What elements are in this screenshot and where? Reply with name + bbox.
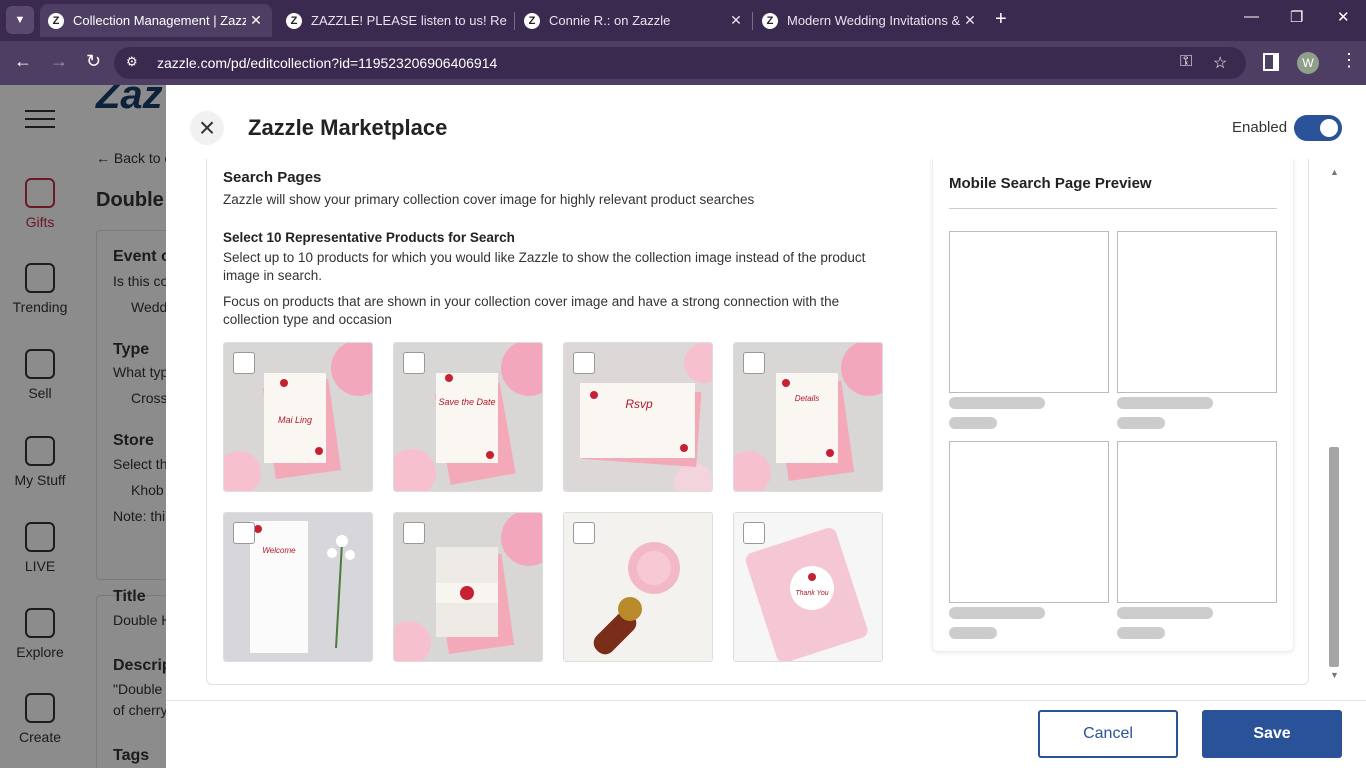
page-content: Zaz Gifts Trending Sell My Stuff LIVE Ex… <box>0 85 1366 768</box>
profile-avatar[interactable]: W <box>1297 52 1319 74</box>
preview-placeholder <box>1117 231 1277 393</box>
product-checkbox[interactable] <box>743 352 765 374</box>
tab-title: Collection Management | Zazzle <box>73 13 246 28</box>
svg-text:Details: Details <box>795 394 819 403</box>
preview-placeholder <box>949 231 1109 393</box>
scroll-down-arrow-icon[interactable]: ▼ <box>1330 670 1339 680</box>
tab-title: Modern Wedding Invitations & <box>787 13 960 28</box>
search-pages-title: Search Pages <box>223 169 322 186</box>
new-tab-button[interactable]: + <box>995 8 1007 31</box>
preview-divider <box>949 208 1277 209</box>
browser-menu-icon[interactable]: ⋮ <box>1340 50 1358 71</box>
skeleton-line <box>949 417 997 429</box>
tab-close-icon[interactable]: ✕ <box>726 12 746 29</box>
select-products-title: Select 10 Representative Products for Se… <box>223 230 515 245</box>
tab-search-menu-button[interactable]: ▼ <box>6 6 34 34</box>
svg-text:Save the Date: Save the Date <box>438 397 495 407</box>
browser-tab-bar: ▼ Z Collection Management | Zazzle ✕ Z Z… <box>0 0 1366 41</box>
tab-close-icon[interactable]: ✕ <box>960 12 980 29</box>
tab-separator <box>514 12 515 30</box>
bookmark-star-icon[interactable]: ☆ <box>1213 53 1227 73</box>
browser-tab-1[interactable]: Z Collection Management | Zazzle ✕ <box>40 4 272 37</box>
zazzle-favicon-icon: Z <box>762 12 778 29</box>
svg-text:Welcome: Welcome <box>262 546 296 555</box>
close-icon[interactable]: × <box>190 111 224 145</box>
tab-title: ZAZZLE! PLEASE listen to us! Re <box>311 13 507 28</box>
skeleton-line <box>949 397 1045 409</box>
enabled-label: Enabled <box>1232 119 1288 136</box>
side-panel-icon[interactable] <box>1263 53 1279 71</box>
browser-toolbar: ← → ↻ ⚙ zazzle.com/pd/editcollection?id=… <box>0 41 1366 85</box>
search-pages-desc: Zazzle will show your primary collection… <box>223 192 755 207</box>
zazzle-favicon-icon: Z <box>48 12 64 29</box>
forward-arrow-icon[interactable]: → <box>50 51 68 72</box>
preview-title: Mobile Search Page Preview <box>949 175 1152 192</box>
product-tile-invitation[interactable]: Mai Ling <box>223 342 373 492</box>
modal-title: Zazzle Marketplace <box>248 115 448 140</box>
svg-text:Mai Ling: Mai Ling <box>278 415 312 425</box>
browser-tab-3[interactable]: Z Connie R.: on Zazzle ✕ <box>516 4 752 37</box>
restore-button[interactable]: ❐ <box>1290 8 1303 26</box>
browser-tab-2[interactable]: Z ZAZZLE! PLEASE listen to us! Re <box>278 4 514 37</box>
skeleton-line <box>1117 607 1213 619</box>
url-text: zazzle.com/pd/editcollection?id=11952320… <box>157 55 498 71</box>
reload-icon[interactable]: ↻ <box>86 51 101 72</box>
product-tile-rsvp[interactable]: Rsvp <box>563 342 713 492</box>
skeleton-line <box>949 607 1045 619</box>
site-info-icon[interactable]: ⚙ <box>126 54 138 70</box>
preview-placeholder <box>1117 441 1277 603</box>
zazzle-favicon-icon: Z <box>286 12 302 29</box>
footer-divider <box>166 700 1366 701</box>
marketplace-modal: × Zazzle Marketplace Enabled Search Page… <box>166 85 1366 768</box>
key-icon[interactable]: ⚿ <box>1180 53 1192 71</box>
svg-text:Thank You: Thank You <box>795 590 828 597</box>
select-products-desc: Select up to 10 products for which you w… <box>223 250 866 283</box>
product-checkbox[interactable] <box>233 522 255 544</box>
product-checkbox[interactable] <box>233 352 255 374</box>
marketplace-content: Search Pages Zazzle will show your prima… <box>206 159 1309 685</box>
cancel-button[interactable]: Cancel <box>1038 710 1178 758</box>
scroll-thumb[interactable] <box>1329 447 1339 667</box>
mobile-search-preview: Mobile Search Page Preview <box>932 159 1294 652</box>
focus-desc: Focus on products that are shown in your… <box>223 294 840 327</box>
product-tile-details[interactable]: Details <box>733 342 883 492</box>
browser-tab-4[interactable]: Z Modern Wedding Invitations & ✕ <box>754 4 986 37</box>
skeleton-line <box>949 627 997 639</box>
skeleton-line <box>1117 627 1165 639</box>
product-checkbox[interactable] <box>743 522 765 544</box>
scroll-up-arrow-icon[interactable]: ▲ <box>1330 167 1339 177</box>
toggle-knob <box>1320 119 1338 137</box>
address-bar[interactable]: ⚙ zazzle.com/pd/editcollection?id=119523… <box>114 47 1246 79</box>
tab-title: Connie R.: on Zazzle <box>549 13 671 28</box>
window-close-button[interactable]: ✕ <box>1337 8 1350 26</box>
skeleton-line <box>1117 417 1165 429</box>
minimize-button[interactable]: — <box>1244 8 1259 25</box>
product-checkbox[interactable] <box>403 352 425 374</box>
enabled-toggle[interactable] <box>1294 115 1342 141</box>
product-tile-program[interactable]: Welcome <box>223 512 373 662</box>
product-tile-belly-band-invitation[interactable] <box>393 512 543 662</box>
preview-placeholder <box>949 441 1109 603</box>
skeleton-line <box>1117 397 1213 409</box>
product-checkbox[interactable] <box>573 352 595 374</box>
save-button[interactable]: Save <box>1202 710 1342 758</box>
product-tile-wax-seal[interactable] <box>563 512 713 662</box>
modal-scrollbar[interactable]: ▲ ▼ <box>1326 159 1342 687</box>
product-checkbox[interactable] <box>403 522 425 544</box>
zazzle-favicon-icon: Z <box>524 12 540 29</box>
tab-separator <box>752 12 753 30</box>
svg-text:Rsvp: Rsvp <box>625 397 653 411</box>
back-arrow-icon[interactable]: ← <box>14 51 32 72</box>
product-checkbox[interactable] <box>573 522 595 544</box>
product-tile-thank-you-notebook[interactable]: Thank You <box>733 512 883 662</box>
product-tile-save-the-date[interactable]: Save the Date <box>393 342 543 492</box>
tab-close-icon[interactable]: ✕ <box>246 12 266 29</box>
